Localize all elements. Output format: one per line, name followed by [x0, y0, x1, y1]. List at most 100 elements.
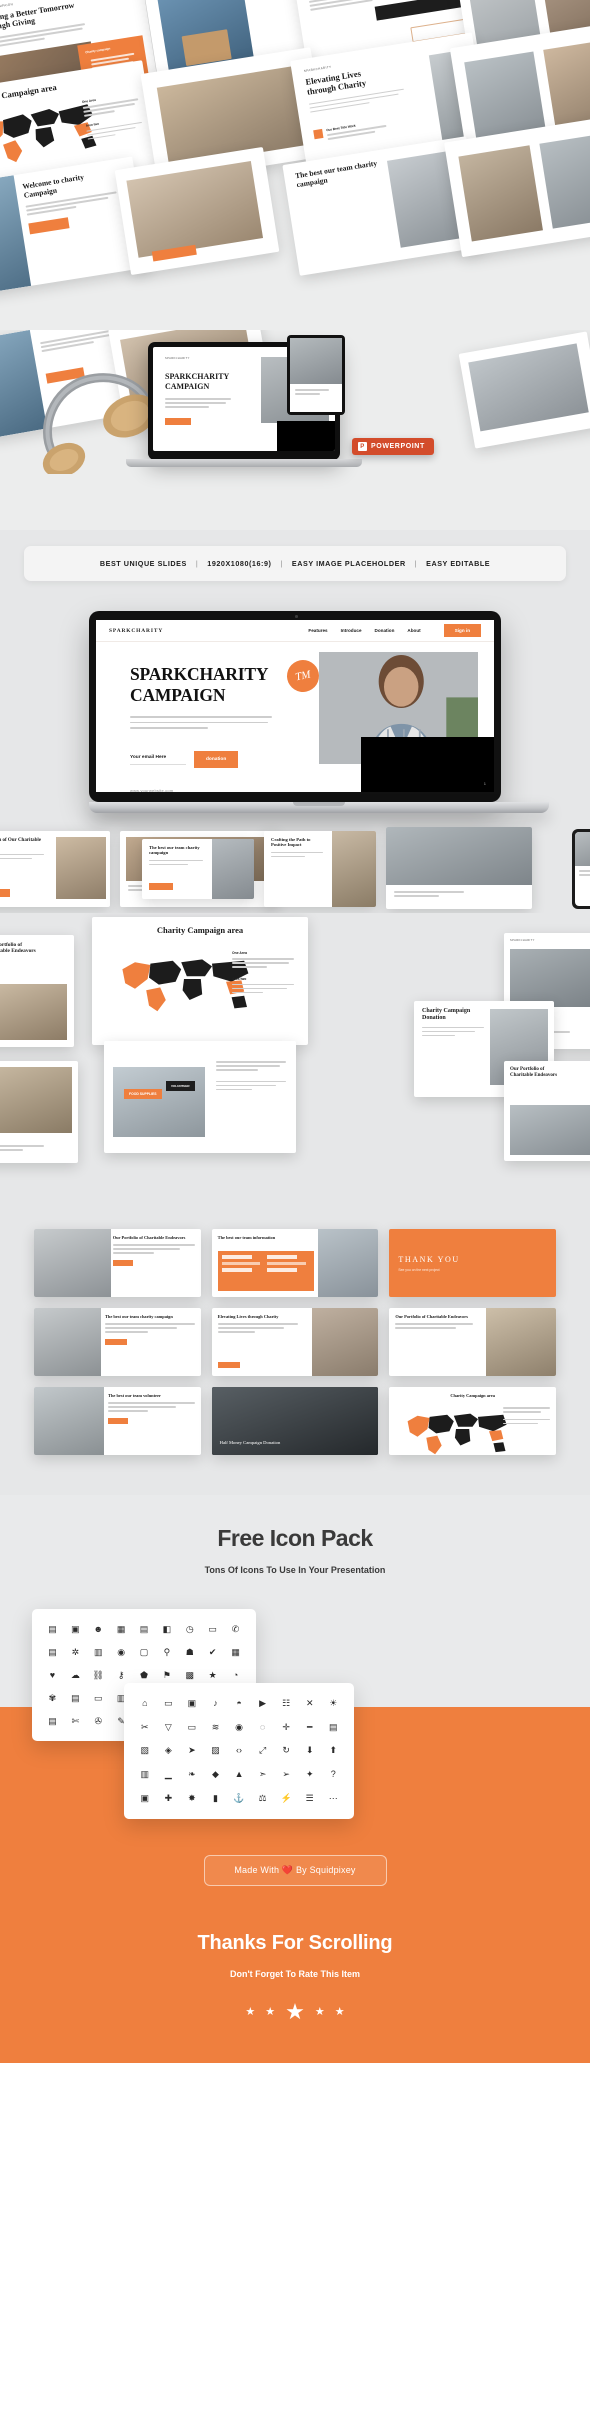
- scissors-icon: ✄: [71, 1715, 80, 1726]
- slide-subtitle: One Area: [232, 951, 247, 955]
- slide-title: Our Portfolio of Charitable Endeavors: [510, 1067, 558, 1078]
- device-mockup-section: SPARKCHARITY SPARKCHARITY CAMPAIGN: [0, 330, 590, 530]
- nav-link-about[interactable]: About: [407, 628, 420, 633]
- row-slide[interactable]: The best our team charity campaign: [142, 839, 254, 899]
- slide-badge-food: FOOD SUPPLIES: [124, 1089, 162, 1099]
- email-input[interactable]: Your email Here: [130, 755, 186, 765]
- powerpoint-badge: P POWERPOINT: [352, 438, 434, 455]
- phone-icon: ✆: [231, 1623, 240, 1634]
- group-icon: ☷: [282, 1698, 291, 1709]
- sign-in-button[interactable]: Sign in: [443, 624, 481, 637]
- thermometer-icon: ▮: [212, 1792, 218, 1803]
- grid-slide[interactable]: Our Portfolio of Charitable Endeavors: [34, 1229, 201, 1297]
- collage-slide[interactable]: [114, 146, 280, 276]
- laptop-mockup-large: SPARKCHARITY Features Introduce Donation…: [89, 611, 549, 813]
- site-navbar: SPARKCHARITY Features Introduce Donation…: [96, 620, 494, 642]
- nav-link-donation[interactable]: Donation: [375, 628, 395, 633]
- grid-slide[interactable]: The best our team charity campaign: [34, 1308, 201, 1376]
- phone-mockup: [572, 829, 590, 909]
- background-slide: [458, 331, 590, 449]
- cloud-icon: ☁: [70, 1669, 80, 1680]
- heart-icon: ♥: [49, 1669, 56, 1680]
- mic-icon: ◓: [236, 1698, 242, 1709]
- gear-icon: ✲: [71, 1646, 80, 1657]
- list-icon: ☰: [305, 1792, 314, 1803]
- slide-title: The best our team information: [217, 1235, 276, 1240]
- folder-icon: ▭: [93, 1692, 103, 1703]
- grid-slide[interactable]: Our Portfolio of Charitable Endeavors: [389, 1308, 556, 1376]
- chart-bar-icon: ▤: [48, 1623, 57, 1634]
- site-brand[interactable]: SPARKCHARITY: [109, 628, 163, 634]
- grid-slide[interactable]: The best our team volunteer: [34, 1387, 201, 1455]
- slide-title: Crafting the Path to Positive Impact: [271, 837, 311, 848]
- row-slide[interactable]: Unleash of Our Charitable Work: [0, 831, 110, 907]
- puzzle-icon: ▨: [211, 1745, 220, 1756]
- slide-title: Half Money Campaign Donation: [219, 1440, 281, 1445]
- slide-subtitle: Area two: [232, 976, 247, 981]
- scale-icon: ⚖: [258, 1792, 267, 1803]
- star-icon[interactable]: ★: [245, 2006, 255, 2018]
- cart-icon: ▤: [139, 1623, 149, 1634]
- person-icon: ☗: [185, 1646, 194, 1657]
- star-icon[interactable]: ★: [315, 2006, 325, 2018]
- made-with-badge[interactable]: Made With ❤️ By Squidpixey: [203, 1855, 387, 1886]
- grid-slide[interactable]: Half Money Campaign Donation: [211, 1387, 379, 1455]
- thank-you-title: THANK YOU: [398, 1254, 460, 1264]
- dots-icon: ⋯: [328, 1792, 338, 1803]
- website-preview: SPARKCHARITY Features Introduce Donation…: [96, 620, 494, 792]
- cube-icon: ▧: [140, 1745, 150, 1756]
- slide-page-number: 1: [483, 781, 486, 786]
- thank-you-subtitle: See you on the next project: [398, 1267, 440, 1272]
- grid-slide[interactable]: Elevating Lives through Charity: [211, 1308, 379, 1376]
- grid-slide[interactable]: The best our team information: [211, 1229, 379, 1297]
- slide-title: Elevating Lives through Charity: [217, 1314, 279, 1319]
- briefcase-icon: ▥: [93, 1646, 103, 1657]
- hero-laptop-section: SPARKCHARITY Features Introduce Donation…: [0, 601, 590, 813]
- tag-icon: ◧: [162, 1623, 172, 1634]
- grid-slide[interactable]: Charity Campaign area: [389, 1387, 556, 1455]
- nav-link-features[interactable]: Features: [308, 628, 327, 633]
- user-icon: ☻: [93, 1623, 103, 1634]
- slide-collage: Charity campaign Building a Better Tomor…: [0, 0, 590, 330]
- star-icon[interactable]: ★: [335, 2006, 345, 2018]
- mosaic-slide[interactable]: Charity Campaign area One Area Area two: [92, 917, 308, 1045]
- cursor-icon: ➣: [258, 1768, 267, 1779]
- row-slide[interactable]: [386, 827, 532, 909]
- star-icon[interactable]: ★: [265, 2006, 275, 2018]
- download-icon: ⬇: [305, 1745, 314, 1756]
- star-rating[interactable]: ★ ★ ★ ★ ★: [0, 2001, 590, 2023]
- feature-separator: |: [195, 559, 199, 568]
- feature-item-slides: BEST UNIQUE SLIDES: [99, 559, 187, 568]
- chat-icon: ▭: [208, 1623, 217, 1634]
- slide-title: Our Portfolio of Charitable Endeavors: [395, 1314, 468, 1319]
- star-icon[interactable]: ★: [285, 2001, 305, 2023]
- rocket-icon: ➤: [188, 1745, 196, 1756]
- feature-separator: |: [414, 559, 418, 568]
- filter-icon: ▽: [164, 1721, 172, 1732]
- headphone-illustration: [38, 368, 157, 478]
- send-icon: ➢: [282, 1768, 290, 1779]
- slide-grid-section: Our Portfolio of Charitable Endeavors Th…: [0, 1203, 590, 1495]
- donation-button[interactable]: donation: [194, 751, 239, 769]
- powerpoint-label: POWERPOINT: [371, 443, 425, 450]
- nav-link-introduce[interactable]: Introduce: [341, 628, 362, 633]
- expand-icon: ⤢: [258, 1745, 267, 1756]
- mosaic-slide[interactable]: [0, 1061, 78, 1163]
- clock-icon: ◷: [185, 1623, 194, 1634]
- slide-row-section: Unleash of Our Charitable Work The best …: [0, 813, 590, 913]
- feature-item-resolution: 1920X1080(16:9): [207, 559, 272, 568]
- fire-icon: ▲: [234, 1768, 244, 1779]
- camera-icon: ▣: [71, 1623, 80, 1634]
- mosaic-slide[interactable]: FOOD SUPPLIES VOLUNTEER: [104, 1041, 296, 1153]
- music-icon: ♪: [213, 1698, 218, 1709]
- made-with-prefix: Made With: [234, 1865, 282, 1875]
- powerpoint-icon: P: [358, 442, 367, 451]
- grid-slide-thankyou[interactable]: THANK YOU See you on the next project: [389, 1229, 556, 1297]
- slide-grid: Our Portfolio of Charitable Endeavors Th…: [0, 1229, 590, 1455]
- row-slide[interactable]: Crafting the Path to Positive Impact: [264, 831, 376, 907]
- bolt-icon: ⚡: [280, 1792, 292, 1803]
- mosaic-slide[interactable]: Our Portfolio of Charitable Endeavors: [0, 935, 74, 1047]
- hero-photo-overlay: [360, 737, 494, 792]
- map-icon: ▦: [231, 1646, 240, 1657]
- mosaic-slide[interactable]: Our Portfolio of Charitable Endeavors: [504, 1061, 590, 1161]
